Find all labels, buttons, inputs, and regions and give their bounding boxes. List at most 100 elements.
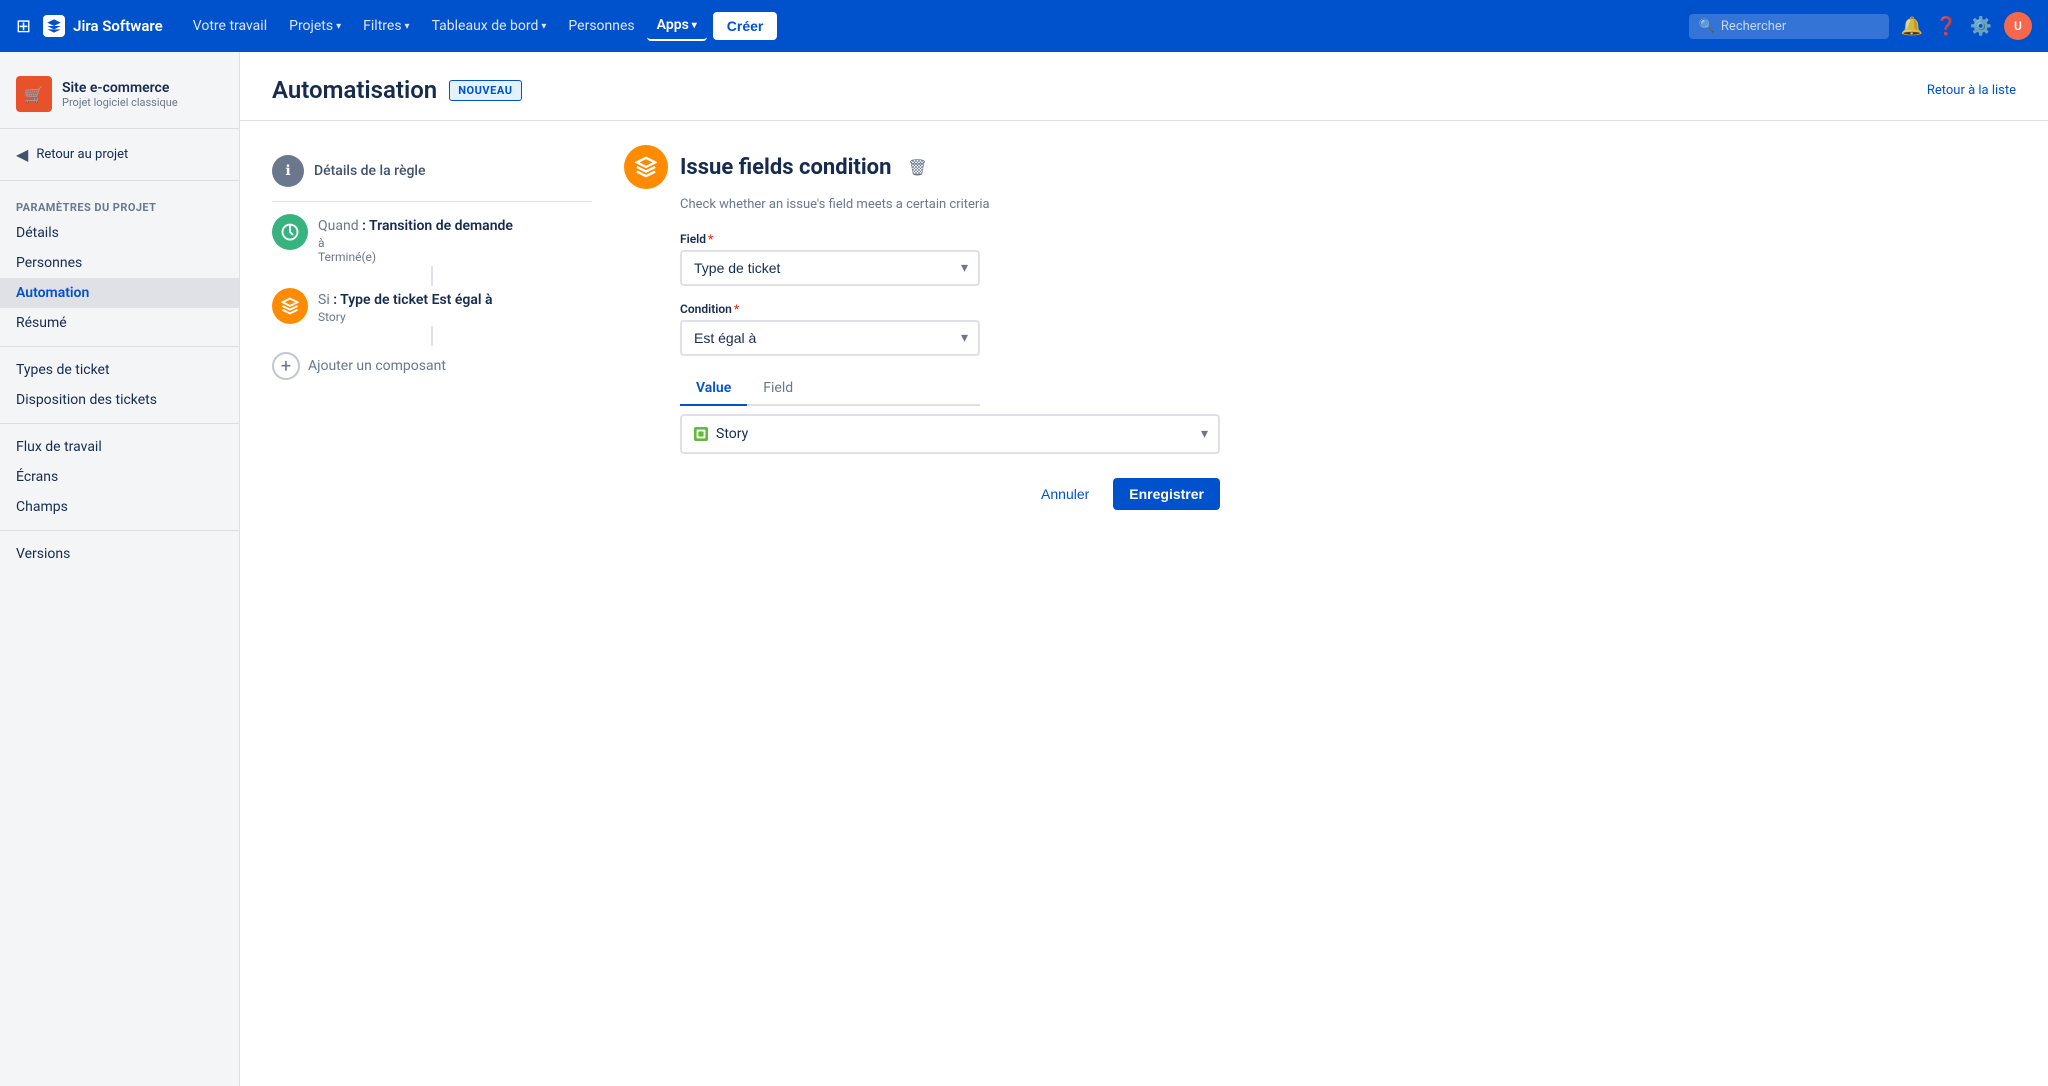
sidebar-item-details[interactable]: Détails [0,218,239,248]
field-select[interactable]: Type de ticket [680,250,980,286]
automation-body: ℹ Détails de la règle Quand : [240,121,2048,534]
top-nav-right: 🔍 Rechercher 🔔 ❓ ⚙️ U [1689,12,2032,40]
notifications-icon[interactable]: 🔔 [1901,16,1923,37]
tabs-row: Value Field [680,372,980,406]
vertical-line-1 [431,266,433,286]
sidebar-item-disposition[interactable]: Disposition des tickets [0,385,239,415]
back-to-list-link[interactable]: Retour à la liste [1927,83,2016,98]
condition-header: Issue fields condition 🗑 [624,145,1304,189]
rule-details-icon: ℹ [272,155,304,187]
jira-logo [43,15,65,37]
if-step-title: Si : Type de ticket Est égal à [318,292,592,308]
sidebar-item-types-ticket[interactable]: Types de ticket [0,355,239,385]
page-title: Automatisation [272,76,437,104]
project-name: Site e-commerce [62,80,178,96]
nav-apps[interactable]: Apps ▾ [647,11,707,41]
when-step-sub: àTerminé(e) [318,236,592,264]
value-field-section: Value Field Story ▾ [680,372,1304,454]
sidebar-item-champs[interactable]: Champs [0,492,239,522]
add-component-icon: + [272,352,300,380]
nav-tableaux[interactable]: Tableaux de bord ▾ [422,12,557,40]
when-step-icon [272,214,308,250]
divider-h [272,201,592,202]
condition-label: Condition * [680,302,1304,316]
top-nav: ⊞ Jira Software Votre travail Projets ▾ … [0,0,2048,52]
field-group: Field * Type de ticket [680,232,1304,286]
content-header-left: Automatisation NOUVEAU [272,76,522,104]
when-step[interactable]: Quand : Transition de demande àTerminé(e… [272,214,592,264]
cancel-button[interactable]: Annuler [1029,478,1101,510]
nav-projets[interactable]: Projets ▾ [279,12,351,40]
condition-select-wrapper: Est égal à [680,320,980,356]
sidebar: 🛒 Site e-commerce Projet logiciel classi… [0,52,240,1086]
section-label: Paramètres du projet [0,189,239,218]
if-label: Si [318,292,330,308]
story-select-box[interactable]: Story [680,414,1220,454]
main-content: Automatisation NOUVEAU Retour à la liste… [240,52,2048,1086]
sidebar-item-versions[interactable]: Versions [0,539,239,569]
nav-filtres[interactable]: Filtres ▾ [353,12,419,40]
vertical-line-2 [431,326,433,346]
if-step-content: Si : Type de ticket Est égal à Story [318,288,592,324]
when-step-title: Quand : Transition de demande [318,218,592,234]
save-button[interactable]: Enregistrer [1113,478,1220,510]
grid-icon[interactable]: ⊞ [16,16,31,37]
condition-panel: Issue fields condition 🗑 Check whether a… [624,145,1304,510]
required-star-condition: * [734,302,739,316]
trash-icon[interactable]: 🗑 [907,158,927,177]
when-step-content: Quand : Transition de demande àTerminé(e… [318,214,592,264]
steps-panel: ℹ Détails de la règle Quand : [272,145,592,510]
field-select-wrapper: Type de ticket [680,250,980,286]
new-badge: NOUVEAU [449,80,521,101]
nav-personnes[interactable]: Personnes [558,12,644,40]
brand: Jira Software [43,15,163,37]
rule-details-row[interactable]: ℹ Détails de la règle [272,145,592,197]
add-component-btn[interactable]: + Ajouter un composant [272,352,592,380]
content-header: Automatisation NOUVEAU Retour à la liste [240,52,2048,121]
settings-icon[interactable]: ⚙️ [1970,16,1992,37]
nav-votre-travail[interactable]: Votre travail [183,12,277,40]
search-box[interactable]: 🔍 Rechercher [1689,14,1889,39]
help-icon[interactable]: ❓ [1935,16,1957,37]
layout: 🛒 Site e-commerce Projet logiciel classi… [0,52,2048,1086]
story-icon [694,427,708,441]
tab-value[interactable]: Value [680,372,747,406]
sidebar-divider-4 [0,530,239,531]
project-info: Site e-commerce Projet logiciel classiqu… [62,80,178,109]
story-select-wrapper: Story ▾ [680,414,1220,454]
sidebar-item-automation[interactable]: Automation [0,278,239,308]
required-star-field: * [708,232,713,246]
story-label: Story [716,426,748,442]
when-label: Quand [318,218,359,234]
top-nav-links: Votre travail Projets ▾ Filtres ▾ Tablea… [183,11,1685,41]
form-actions: Annuler Enregistrer [680,478,1220,510]
sidebar-project: 🛒 Site e-commerce Projet logiciel classi… [0,68,239,129]
sidebar-divider-1 [0,180,239,181]
if-step-sub: Story [318,310,592,324]
condition-group: Condition * Est égal à [680,302,1304,356]
if-step[interactable]: Si : Type de ticket Est égal à Story [272,288,592,324]
search-icon: 🔍 [1699,19,1715,34]
add-component-label: Ajouter un composant [308,358,446,374]
create-button[interactable]: Créer [713,12,778,40]
field-label: Field * [680,232,1304,246]
tab-field[interactable]: Field [747,372,809,406]
condition-description: Check whether an issue's field meets a c… [680,197,1304,212]
project-sub: Projet logiciel classique [62,96,178,109]
sidebar-divider-2 [0,346,239,347]
rule-details-text: Détails de la règle [314,163,425,179]
sidebar-divider-3 [0,423,239,424]
sidebar-item-ecrans[interactable]: Écrans [0,462,239,492]
sidebar-item-flux[interactable]: Flux de travail [0,432,239,462]
condition-icon [624,145,668,189]
back-icon: ◀ [16,145,28,164]
sidebar-item-personnes[interactable]: Personnes [0,248,239,278]
if-step-icon [272,288,308,324]
back-to-project[interactable]: ◀ Retour au projet [0,137,239,172]
sidebar-item-resume[interactable]: Résumé [0,308,239,338]
condition-select[interactable]: Est égal à [680,320,980,356]
step-line-1 [272,264,592,288]
avatar[interactable]: U [2004,12,2032,40]
condition-title: Issue fields condition [680,155,891,180]
project-icon: 🛒 [16,76,52,112]
